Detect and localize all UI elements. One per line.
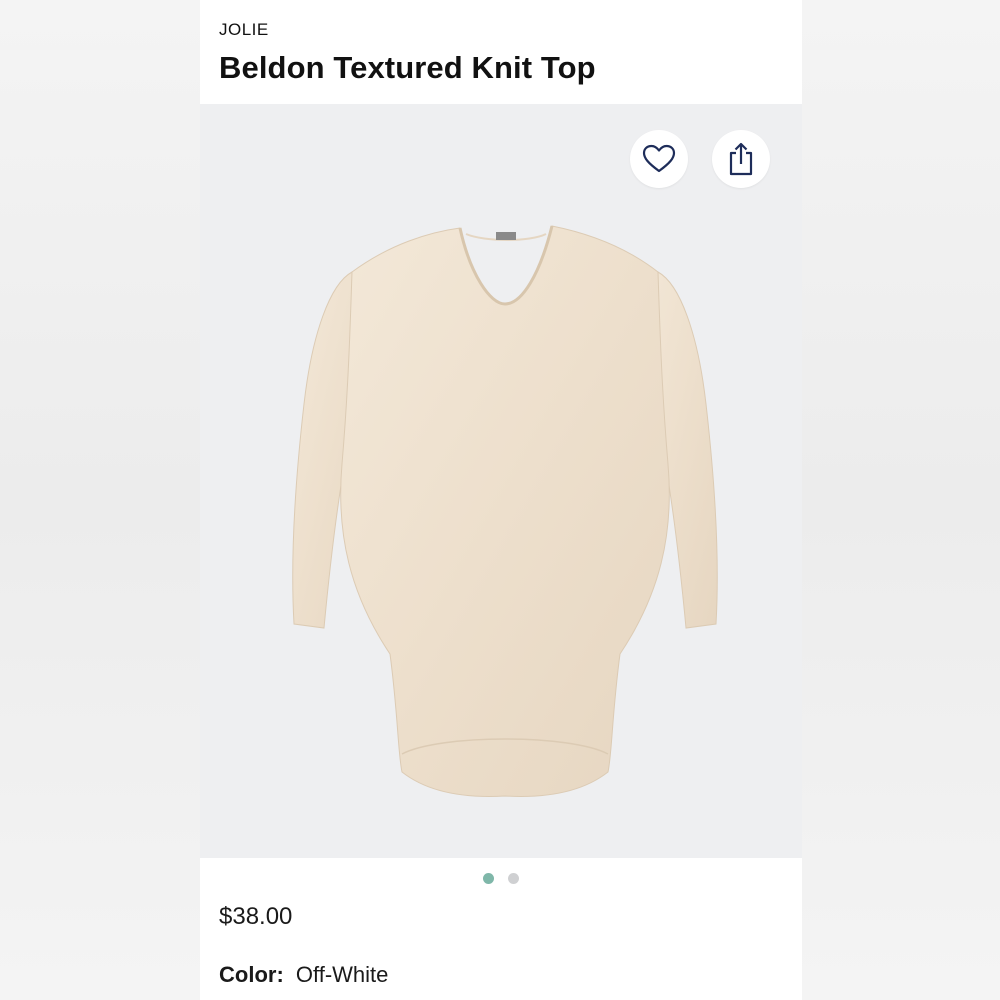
share-icon bbox=[729, 142, 753, 176]
favorite-button[interactable] bbox=[630, 130, 688, 188]
product-photo bbox=[292, 225, 718, 797]
product-detail-panel: JOLIE Beldon Textured Knit Top $38.00 Co… bbox=[200, 0, 802, 1000]
background-left bbox=[0, 0, 200, 1000]
color-value: Off-White bbox=[295, 962, 389, 987]
product-title: Beldon Textured Knit Top bbox=[219, 50, 596, 85]
carousel-dot-1[interactable] bbox=[483, 872, 494, 884]
color-selection: Color: Off-White bbox=[219, 962, 388, 988]
carousel-dot-2[interactable] bbox=[508, 872, 519, 884]
color-label: Color: bbox=[219, 962, 284, 987]
share-button[interactable] bbox=[712, 130, 770, 188]
carousel-indicator bbox=[200, 858, 802, 898]
product-header: JOLIE Beldon Textured Knit Top bbox=[200, 0, 802, 104]
product-price: $38.00 bbox=[219, 903, 293, 930]
heart-icon bbox=[642, 144, 676, 173]
brand-name[interactable]: JOLIE bbox=[219, 20, 269, 40]
background-right bbox=[800, 0, 1000, 1000]
product-image-carousel[interactable] bbox=[200, 104, 802, 858]
